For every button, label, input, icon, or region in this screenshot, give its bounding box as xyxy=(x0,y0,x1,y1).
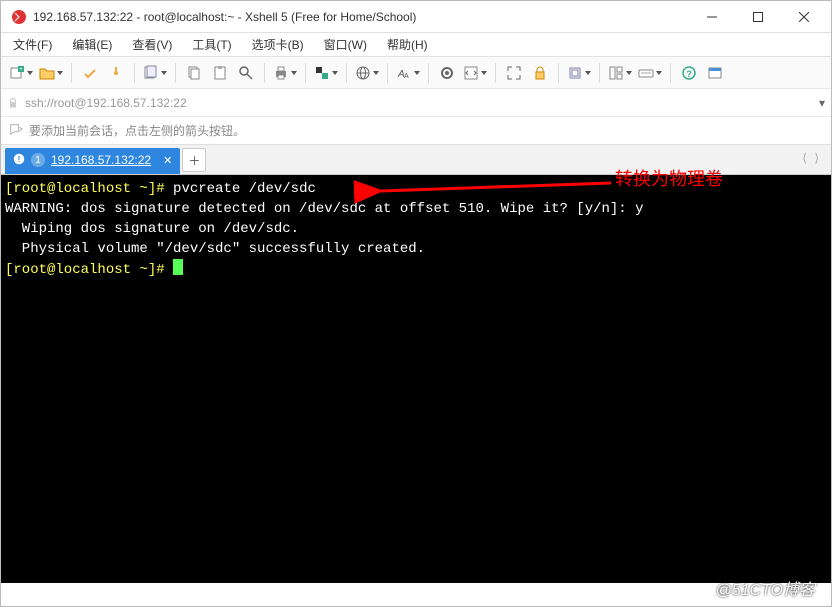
svg-text:?: ? xyxy=(686,69,692,79)
profile-button[interactable] xyxy=(141,61,169,85)
toolbar-separator xyxy=(558,63,559,83)
menubar: 文件(F) 编辑(E) 查看(V) 工具(T) 选项卡(B) 窗口(W) 帮助(… xyxy=(1,33,831,57)
encoding-button[interactable] xyxy=(353,61,381,85)
hint-bar: 要添加当前会话，点击左侧的箭头按钮。 xyxy=(1,117,831,145)
menu-tools[interactable]: 工具(T) xyxy=(188,34,235,55)
toolbar-separator xyxy=(134,63,135,83)
session-tab[interactable]: ! 1 192.168.57.132:22 ✕ xyxy=(5,148,180,174)
menu-help[interactable]: 帮助(H) xyxy=(383,34,432,55)
address-bar[interactable]: ssh://root@192.168.57.132:22 ▾ xyxy=(1,89,831,117)
lock-icon xyxy=(7,97,19,109)
minimize-button[interactable] xyxy=(689,3,735,31)
xshell-icon xyxy=(11,9,27,25)
terminal-output-line: WARNING: dos signature detected on /dev/… xyxy=(5,201,644,217)
reconnect-button[interactable] xyxy=(78,61,102,85)
add-tab-button[interactable]: ＋ xyxy=(182,148,206,172)
terminal-prompt: [root@localhost ~]# xyxy=(5,262,165,278)
terminal-cursor xyxy=(173,259,183,275)
toolbar: + AA xyxy=(1,57,831,89)
tab-close-icon[interactable]: ✕ xyxy=(163,154,172,167)
address-dropdown-icon[interactable]: ▾ xyxy=(819,96,825,110)
paste-button[interactable] xyxy=(208,61,232,85)
script-button[interactable] xyxy=(461,61,489,85)
close-button[interactable] xyxy=(781,3,827,31)
tab-scroll-arrows[interactable]: ⟨ ⟩ xyxy=(802,151,821,165)
svg-text:+: + xyxy=(19,67,23,73)
terminal-output-line: Physical volume "/dev/sdc" successfully … xyxy=(5,241,425,257)
highlight-button[interactable] xyxy=(435,61,459,85)
toolbar-separator xyxy=(495,63,496,83)
print-button[interactable] xyxy=(271,61,299,85)
toolbar-separator xyxy=(428,63,429,83)
terminal[interactable]: [root@localhost ~]# pvcreate /dev/sdc WA… xyxy=(1,175,831,583)
tab-index: 1 xyxy=(31,153,45,167)
menu-window[interactable]: 窗口(W) xyxy=(320,34,371,55)
terminal-command: pvcreate /dev/sdc xyxy=(173,181,316,197)
hint-icon[interactable] xyxy=(9,122,23,139)
menu-tabs[interactable]: 选项卡(B) xyxy=(248,34,308,55)
menu-view[interactable]: 查看(V) xyxy=(128,34,176,55)
terminal-output-line: Wiping dos signature on /dev/sdc. xyxy=(5,221,299,237)
menu-file[interactable]: 文件(F) xyxy=(9,34,56,55)
toolbar-separator xyxy=(670,63,671,83)
watermark: @51CTO博客 xyxy=(715,576,815,600)
copy-button[interactable] xyxy=(182,61,206,85)
color-scheme-button[interactable] xyxy=(312,61,340,85)
fullscreen-button[interactable] xyxy=(502,61,526,85)
maximize-button[interactable] xyxy=(735,3,781,31)
lock-scroll-button[interactable] xyxy=(528,61,552,85)
toolbar-separator xyxy=(387,63,388,83)
about-button[interactable] xyxy=(703,61,727,85)
tab-label: 192.168.57.132:22 xyxy=(51,153,151,167)
find-button[interactable] xyxy=(234,61,258,85)
toolbar-separator xyxy=(175,63,176,83)
window-title: 192.168.57.132:22 - root@localhost:~ - X… xyxy=(33,10,689,24)
send-key-button[interactable] xyxy=(636,61,664,85)
font-button[interactable]: AA xyxy=(394,61,422,85)
tab-strip: ! 1 192.168.57.132:22 ✕ ＋ ⟨ ⟩ xyxy=(1,145,831,175)
toolbar-separator xyxy=(305,63,306,83)
open-session-button[interactable] xyxy=(37,61,65,85)
help-button[interactable]: ? xyxy=(677,61,701,85)
address-text: ssh://root@192.168.57.132:22 xyxy=(25,96,187,110)
toolbar-separator xyxy=(264,63,265,83)
toolbar-separator xyxy=(346,63,347,83)
terminal-prompt: [root@localhost ~]# xyxy=(5,181,165,197)
menu-edit[interactable]: 编辑(E) xyxy=(68,34,116,55)
disconnect-button[interactable] xyxy=(104,61,128,85)
transfer-button[interactable] xyxy=(565,61,593,85)
titlebar: 192.168.57.132:22 - root@localhost:~ - X… xyxy=(1,1,831,33)
svg-text:!: ! xyxy=(18,155,21,164)
toolbar-separator xyxy=(599,63,600,83)
svg-text:A: A xyxy=(404,73,409,80)
layout-button[interactable] xyxy=(606,61,634,85)
hint-text: 要添加当前会话，点击左侧的箭头按钮。 xyxy=(29,122,245,139)
tab-alert-icon: ! xyxy=(13,153,25,168)
window-controls xyxy=(689,3,827,31)
new-session-button[interactable]: + xyxy=(7,61,35,85)
toolbar-separator xyxy=(71,63,72,83)
